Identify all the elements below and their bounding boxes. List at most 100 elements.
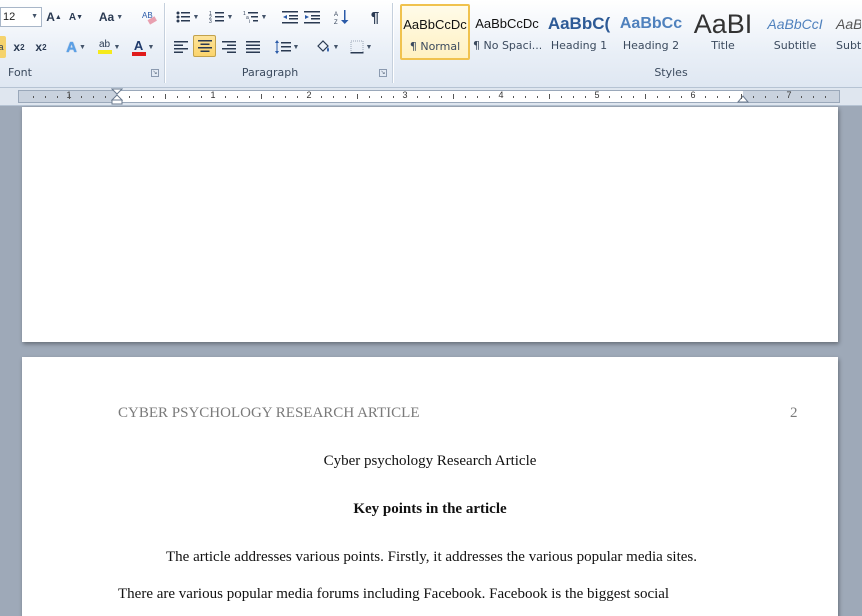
- borders-icon: [350, 40, 364, 54]
- paragraph-dialog-launcher-icon[interactable]: ↘: [379, 69, 387, 77]
- document-title[interactable]: Cyber psychology Research Article: [22, 453, 838, 470]
- ruler-tick: [477, 96, 478, 98]
- ruler-tick: [201, 96, 202, 98]
- paragraph-line-1[interactable]: The article addresses various points. Fi…: [166, 549, 697, 566]
- text-effects-button[interactable]: A ▼: [62, 36, 90, 58]
- highlight-swatch: [97, 50, 112, 54]
- font-size-value[interactable]: 12: [3, 11, 15, 23]
- justify-button[interactable]: [242, 36, 264, 58]
- ruler-tick: [621, 96, 622, 98]
- change-case-button[interactable]: Aa ▼: [96, 6, 126, 28]
- borders-button[interactable]: ▼: [346, 36, 376, 58]
- ruler-tick: [105, 96, 106, 98]
- font-dialog-launcher-icon[interactable]: ↘: [151, 69, 159, 77]
- ruler-tick: [633, 96, 634, 98]
- styles-gallery: AaBbCcDc ¶ Normal AaBbCcDc ¶ No Spaci...…: [398, 2, 862, 62]
- font-size-combobox[interactable]: 12 ▼: [0, 7, 42, 27]
- style-name: ¶ No Spaci...: [473, 39, 541, 52]
- ruler-tick: [369, 96, 370, 98]
- font-color-button[interactable]: A ▼: [128, 36, 158, 58]
- chevron-down-icon[interactable]: ▼: [31, 8, 38, 26]
- ruler-tick: [669, 96, 670, 98]
- ruler-tick: [69, 94, 70, 99]
- ruler-tick: [717, 96, 718, 98]
- style-name: Subtitle: [773, 39, 817, 52]
- ruler-number: 1: [210, 90, 216, 100]
- ruler-tick: [177, 96, 178, 98]
- paragraph-line-2[interactable]: There are various popular media forums i…: [118, 586, 669, 603]
- multilevel-list-button[interactable]: 1 a i ▼: [240, 6, 270, 28]
- style-name: Heading 2: [622, 39, 680, 52]
- shrink-font-button[interactable]: A ▼: [66, 6, 86, 28]
- group-separator: [392, 3, 393, 83]
- ruler-tick: [741, 94, 742, 99]
- ruler-tick: [537, 96, 538, 98]
- ruler-tick: [273, 96, 274, 98]
- horizontal-ruler[interactable]: 1 1 2 3 4 5 6 7: [18, 88, 840, 106]
- line-spacing-button[interactable]: ▼: [272, 36, 302, 58]
- highlight-color-button[interactable]: ab ▼: [94, 36, 124, 58]
- section-heading[interactable]: Key points in the article: [22, 501, 838, 518]
- show-formatting-marks-button[interactable]: ¶: [364, 6, 386, 28]
- ruler-tick: [81, 96, 82, 98]
- right-indent-marker-icon[interactable]: [737, 92, 749, 104]
- align-left-button[interactable]: [170, 36, 192, 58]
- ruler-tick: [297, 96, 298, 98]
- ruler-tick: [345, 96, 346, 98]
- style-title[interactable]: AaBI Title: [688, 4, 758, 60]
- ruler-tick: [825, 96, 826, 98]
- style-sample: AaBb: [836, 16, 861, 32]
- decrease-indent-button[interactable]: [280, 6, 300, 28]
- align-right-icon: [222, 41, 236, 53]
- align-right-button[interactable]: [218, 36, 240, 58]
- numbering-icon: 123: [209, 11, 224, 24]
- paragraph-group-label: Paragraph: [241, 66, 299, 79]
- style-heading-1[interactable]: AaBbC( Heading 1: [544, 4, 614, 60]
- line-spacing-icon: [274, 40, 291, 54]
- document-page-1[interactable]: [22, 107, 838, 342]
- style-sample: AaBI: [693, 9, 753, 39]
- ruler-tick: [801, 96, 802, 98]
- style-sample: AaBbC(: [547, 14, 611, 33]
- ruler-tick: [333, 96, 334, 98]
- subscript-button[interactable]: x2: [10, 36, 28, 58]
- ruler-tick: [417, 96, 418, 98]
- shading-button[interactable]: ▼: [312, 36, 342, 58]
- group-separator: [164, 3, 165, 83]
- ruler-tick: [777, 96, 778, 98]
- first-line-indent-marker-icon[interactable]: [111, 88, 123, 106]
- ruler-tick: [165, 94, 166, 99]
- clear-formatting-icon: AB: [142, 11, 157, 25]
- sort-button[interactable]: AZ: [332, 6, 352, 28]
- multilevel-list-icon: 1ai: [243, 11, 258, 24]
- style-no-spacing[interactable]: AaBbCcDc ¶ No Spaci...: [472, 4, 542, 60]
- document-page-2[interactable]: CYBER PSYCHOLOGY RESEARCH ARTICLE 2 Cybe…: [22, 357, 838, 616]
- increase-indent-button[interactable]: [302, 6, 322, 28]
- ruler-tick: [609, 96, 610, 98]
- decrease-indent-icon: [282, 11, 298, 24]
- clear-formatting-button[interactable]: AB: [138, 6, 160, 28]
- highlighted-button-edge[interactable]: a: [0, 36, 6, 58]
- align-center-button[interactable]: [193, 35, 216, 57]
- ruler-tick: [513, 96, 514, 98]
- style-heading-2[interactable]: AaBbCc Heading 2: [616, 4, 686, 60]
- ruler-tick: [453, 94, 454, 99]
- ruler-tick: [549, 94, 550, 99]
- style-name: Heading 1: [550, 39, 608, 52]
- bullets-icon: [176, 11, 190, 23]
- style-subtitle[interactable]: AaBbCcI Subtitle: [760, 4, 830, 60]
- style-name: Title: [711, 39, 735, 52]
- ruler-tick: [261, 94, 262, 99]
- increase-indent-icon: [304, 11, 320, 24]
- grow-font-button[interactable]: A ▲: [44, 6, 64, 28]
- superscript-button[interactable]: x2: [32, 36, 50, 58]
- page-header-running-head[interactable]: CYBER PSYCHOLOGY RESEARCH ARTICLE: [118, 405, 420, 422]
- style-subtle-emphasis[interactable]: AaBb Subt: [832, 4, 862, 60]
- numbering-button[interactable]: 1 2 3 ▼: [206, 6, 236, 28]
- ruler-number: 5: [594, 90, 600, 100]
- ruler-number: 6: [690, 90, 696, 100]
- bullets-button[interactable]: ▼: [172, 6, 202, 28]
- style-normal[interactable]: AaBbCcDc ¶ Normal: [400, 4, 470, 60]
- style-sample: AaBbCc: [619, 15, 683, 32]
- page-number[interactable]: 2: [790, 405, 798, 422]
